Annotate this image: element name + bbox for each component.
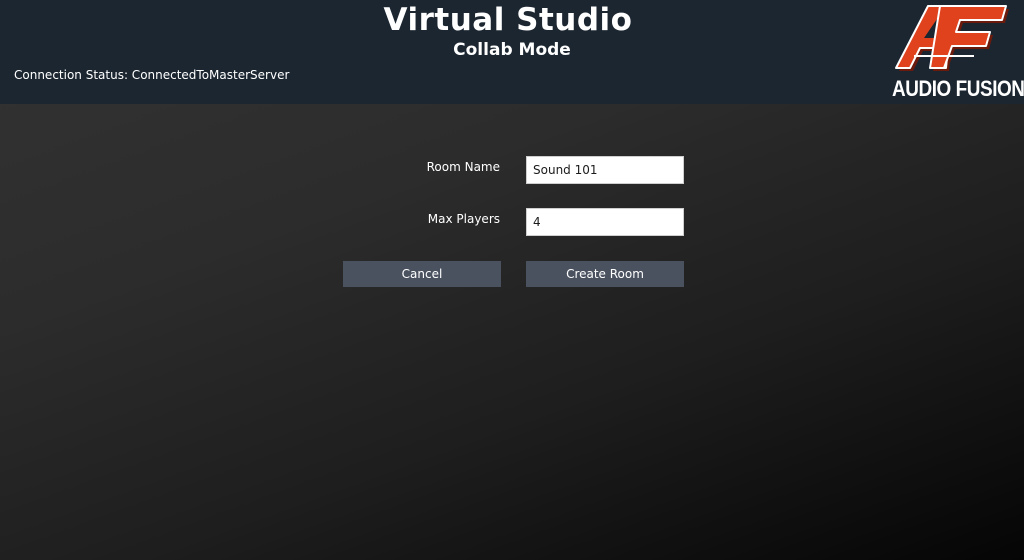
create-room-button[interactable]: Create Room — [526, 261, 684, 287]
max-players-label: Max Players — [427, 212, 500, 226]
room-name-input[interactable] — [526, 156, 684, 184]
max-players-input[interactable] — [526, 208, 684, 236]
cancel-button[interactable]: Cancel — [343, 261, 501, 287]
header-bar: Virtual Studio Collab Mode Connection St… — [0, 0, 1024, 104]
audio-fusion-logo-icon — [895, 5, 1009, 71]
logo-wordmark: AUDIO FUSION — [892, 76, 1024, 101]
app-subtitle: Collab Mode — [453, 40, 571, 60]
connection-status: Connection Status: ConnectedToMasterServ… — [14, 68, 290, 82]
room-name-label: Room Name — [426, 160, 500, 174]
audio-fusion-logo: AUDIO FUSION — [888, 0, 1024, 104]
app-title: Virtual Studio — [383, 2, 633, 38]
